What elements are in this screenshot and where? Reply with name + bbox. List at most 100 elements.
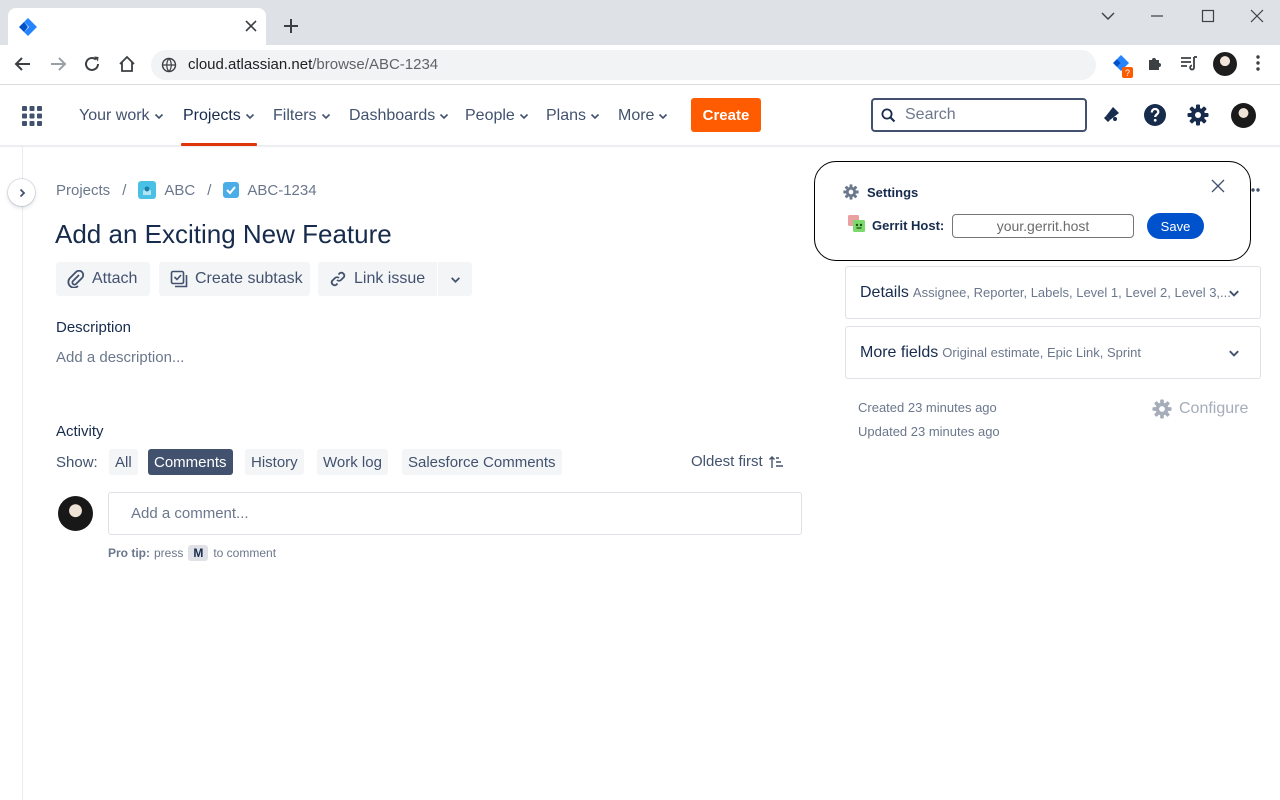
nav-dashboards[interactable]: Dashboards	[349, 85, 449, 146]
activity-filter-salesforce-comments[interactable]: Salesforce Comments	[402, 449, 562, 475]
pro-tip-press: press	[154, 546, 184, 560]
left-sidebar-rail	[0, 146, 23, 800]
close-window-icon[interactable]	[1250, 9, 1264, 23]
nav-filters[interactable]: Filters	[273, 85, 331, 146]
puzzle-icon[interactable]	[1146, 54, 1164, 72]
pro-tip-prefix: Pro tip:	[108, 546, 150, 560]
save-button[interactable]: Save	[1147, 213, 1204, 239]
chevron-down-icon[interactable]	[1100, 9, 1116, 23]
chevron-down-icon	[321, 111, 331, 121]
forward-arrow-icon[interactable]	[49, 55, 67, 73]
minimize-icon[interactable]	[1150, 9, 1164, 23]
activity-filter-history[interactable]: History	[245, 449, 304, 475]
create-button[interactable]: Create	[691, 98, 761, 132]
user-avatar[interactable]	[1231, 103, 1256, 128]
chevron-down-icon	[1228, 287, 1240, 299]
gerrit-host-label: Gerrit Host:	[872, 218, 945, 233]
link-issue-button[interactable]: Link issue	[318, 262, 437, 296]
sort-order-button[interactable]: Oldest first	[691, 453, 783, 470]
gerrit-host-input[interactable]	[952, 214, 1134, 238]
breadcrumb-separator: /	[122, 181, 127, 199]
comment-box[interactable]	[108, 492, 802, 535]
nav-projects[interactable]: Projects	[181, 85, 257, 146]
chevron-down-icon	[450, 274, 461, 285]
gerrit-icon	[848, 215, 865, 232]
activity-filter-all[interactable]: All	[109, 449, 138, 475]
attach-button[interactable]: Attach	[56, 262, 150, 296]
close-icon[interactable]	[1211, 179, 1225, 193]
task-checkbox-icon	[223, 182, 240, 198]
breadcrumb-separator: /	[207, 181, 212, 199]
description-heading: Description	[56, 319, 132, 336]
chevron-down-icon	[658, 111, 668, 121]
link-issue-label: Link issue	[354, 270, 426, 287]
breadcrumb-projects[interactable]: Projects	[56, 182, 110, 199]
browser-menu-icon[interactable]	[1251, 54, 1265, 72]
breadcrumb-issue-key[interactable]: ABC-1234	[247, 182, 316, 199]
chevron-down-icon	[245, 111, 255, 121]
keyboard-shortcut-key: M	[188, 545, 209, 561]
comment-input[interactable]	[131, 505, 771, 522]
nav-label: Plans	[546, 106, 587, 124]
close-icon[interactable]	[244, 19, 258, 33]
chevron-down-icon	[1228, 347, 1240, 359]
description-placeholder[interactable]: Add a description...	[56, 349, 184, 366]
gear-icon	[843, 184, 859, 200]
details-title: Details Assignee, Reporter, Labels, Level…	[860, 284, 1231, 301]
jira-icon	[18, 17, 38, 37]
nav-label: Your work	[79, 106, 150, 124]
nav-label: Dashboards	[349, 106, 436, 124]
activity-filter-work-log[interactable]: Work log	[317, 449, 388, 475]
more-fields-panel[interactable]: More fields Original estimate, Epic Link,…	[845, 326, 1261, 379]
url-text: cloud.atlassian.net/browse/ABC-1234	[188, 56, 439, 73]
issue-title[interactable]: Add an Exciting New Feature	[55, 219, 392, 250]
more-fields-title: More fields Original estimate, Epic Link,…	[860, 344, 1141, 361]
jira-extension-icon[interactable]: ?	[1111, 54, 1135, 78]
create-subtask-button[interactable]: Create subtask	[159, 262, 310, 296]
site-info-icon[interactable]	[161, 57, 177, 73]
svg-text:?: ?	[1125, 68, 1130, 78]
details-summary: Assignee, Reporter, Labels, Level 1, Lev…	[912, 285, 1231, 300]
sort-order-label: Oldest first	[691, 453, 763, 470]
popup-title: Settings	[867, 185, 919, 200]
pro-tip-suffix: to comment	[213, 546, 277, 560]
configure-label: Configure	[1179, 400, 1249, 417]
media-control-icon[interactable]	[1180, 54, 1198, 72]
subtask-icon	[170, 270, 188, 288]
app-switcher-icon[interactable]	[22, 106, 42, 126]
search-icon	[881, 108, 896, 123]
configure-button[interactable]: Configure	[1152, 399, 1248, 419]
nav-more[interactable]: More	[618, 85, 668, 146]
home-icon[interactable]	[118, 55, 136, 73]
help-icon[interactable]	[1144, 104, 1166, 126]
activity-heading: Activity	[56, 423, 104, 440]
nav-people[interactable]: People	[465, 85, 529, 146]
address-bar[interactable]: cloud.atlassian.net/browse/ABC-1234	[151, 50, 1096, 80]
browser-toolbar: cloud.atlassian.net/browse/ABC-1234 ?	[0, 45, 1280, 85]
back-arrow-icon[interactable]	[14, 55, 32, 73]
nav-your-work[interactable]: Your work	[79, 85, 164, 146]
gear-icon	[1152, 399, 1179, 419]
maximize-icon[interactable]	[1201, 9, 1215, 23]
expand-sidebar-button[interactable]	[8, 179, 35, 206]
search-input[interactable]	[905, 105, 1075, 125]
details-panel[interactable]: Details Assignee, Reporter, Labels, Level…	[845, 266, 1261, 319]
browser-profile-avatar[interactable]	[1213, 52, 1237, 76]
breadcrumb-project[interactable]: ABC	[164, 182, 195, 199]
nav-plans[interactable]: Plans	[546, 85, 600, 146]
notifications-icon[interactable]	[1102, 104, 1122, 124]
chevron-down-icon	[154, 111, 164, 121]
create-subtask-label: Create subtask	[195, 270, 303, 287]
link-icon	[329, 270, 347, 288]
search-field[interactable]	[871, 98, 1087, 132]
activity-filter-comments[interactable]: Comments	[148, 449, 233, 475]
project-avatar-icon	[138, 181, 157, 199]
extension-settings-popup: Settings Gerrit Host: Save	[814, 161, 1251, 261]
more-actions-button[interactable]	[438, 262, 472, 296]
settings-icon[interactable]	[1187, 104, 1209, 126]
jira-top-nav: Your work Projects Filters Dashboards Pe…	[0, 85, 1280, 146]
browser-tab[interactable]	[8, 8, 266, 45]
created-timestamp: Created 23 minutes ago	[858, 400, 997, 415]
plus-icon[interactable]	[282, 17, 300, 35]
reload-icon[interactable]	[83, 55, 101, 73]
